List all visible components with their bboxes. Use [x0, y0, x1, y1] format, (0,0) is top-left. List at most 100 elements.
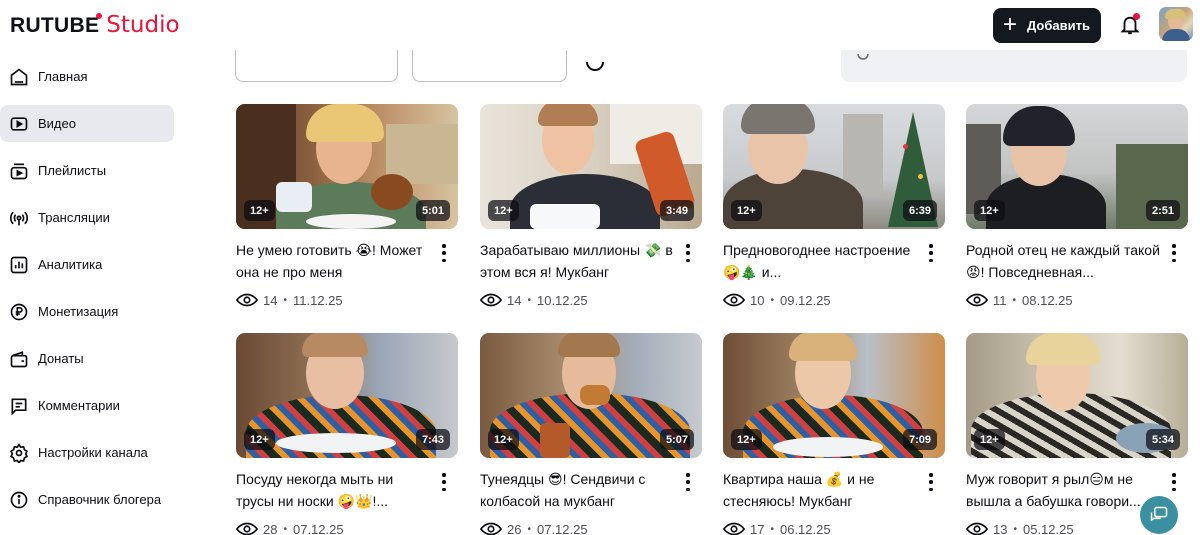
video-thumbnail[interactable]: 12+ 7:09 [723, 333, 945, 458]
video-thumbnail[interactable]: 12+ 5:01 [236, 104, 458, 229]
video-thumbnail[interactable]: 12+ 2:51 [966, 104, 1188, 229]
sidebar-item-playlists[interactable]: Плейлисты [0, 152, 174, 189]
more-options-icon[interactable] [682, 244, 694, 262]
video-thumbnail[interactable]: 12+ 5:07 [480, 333, 702, 458]
sidebar-item-label: Донаты [38, 351, 84, 366]
more-options-icon[interactable] [438, 473, 450, 491]
sidebar-item-label: Справочник блогера [38, 492, 162, 507]
more-options-icon[interactable] [925, 244, 937, 262]
view-count: 26 [507, 521, 522, 535]
video-thumbnail[interactable]: 12+ 7:43 [236, 333, 458, 458]
more-options-icon[interactable] [925, 473, 937, 491]
eye-icon [236, 293, 258, 307]
more-options-icon[interactable] [1168, 473, 1180, 491]
filter-dropdown-2[interactable] [412, 50, 567, 82]
publish-date: 09.12.25 [779, 292, 831, 308]
age-rating-badge: 12+ [974, 200, 1005, 221]
sidebar-item-analytics[interactable]: Аналитика [0, 246, 174, 283]
video-title[interactable]: Квартира наша 💰 и не стесняюсь! Мукбанг [723, 468, 919, 512]
video-card[interactable]: 12+ 6:39 Предновогоднее настроение 🤪🎄 и.… [723, 104, 945, 308]
search-input[interactable] [841, 50, 1187, 82]
sidebar-item-blogger-guide[interactable]: Справочник блогера [0, 481, 174, 518]
video-title[interactable]: Тунеядцы 😎! Сендвичи с колбасой на мукба… [480, 468, 676, 512]
wallet-icon [10, 350, 28, 367]
chat-icon [1150, 506, 1168, 522]
logo-rutube-text: RUTUBE [10, 14, 100, 37]
sidebar-item-video[interactable]: Видео [0, 105, 174, 142]
age-rating-badge: 12+ [731, 200, 762, 221]
sidebar-item-label: Комментарии [38, 398, 120, 413]
more-options-icon[interactable] [1168, 244, 1180, 262]
view-count: 10 [750, 292, 765, 308]
sidebar-item-broadcasts[interactable]: Трансляции [0, 199, 174, 236]
duration-badge: 7:43 [415, 429, 450, 450]
eye-icon [480, 293, 502, 307]
duration-badge: 7:09 [902, 429, 937, 450]
video-card[interactable]: 12+ 2:51 Родной отец не каждый такой 😡! … [966, 104, 1188, 308]
comment-icon [11, 398, 27, 416]
analytics-icon [10, 256, 28, 273]
view-count: 28 [263, 521, 278, 535]
eye-icon [723, 293, 745, 307]
publish-date: 08.12.25 [1022, 292, 1073, 308]
video-card[interactable]: 12+ 5:01 Не умею готовить 😭! Может она н… [236, 104, 458, 308]
refresh-icon[interactable] [585, 56, 605, 72]
eye-icon [480, 522, 502, 535]
sidebar-item-label: Монетизация [38, 304, 119, 319]
sidebar-item-channel-settings[interactable]: Настройки канала [0, 434, 174, 471]
broadcast-icon [9, 211, 29, 225]
publish-date: 07.12.25 [292, 521, 344, 535]
video-card[interactable]: 12+ 3:49 Зарабатываю миллионы 💸 в этом в… [480, 104, 702, 308]
video-title[interactable]: Муж говорит я рыл😑м не вышла а бабушка г… [966, 468, 1162, 512]
video-title[interactable]: Предновогоднее настроение 🤪🎄 и... [723, 239, 919, 283]
sidebar-item-comments[interactable]: Комментарии [0, 387, 174, 424]
rutube-studio-logo[interactable]: RUTUBE Studio [10, 12, 180, 38]
video-icon [10, 116, 28, 131]
video-stats: 14 • 10.12.25 [480, 292, 588, 308]
support-chat-button[interactable] [1140, 496, 1178, 534]
duration-badge: 5:34 [1145, 429, 1180, 450]
video-title[interactable]: Родной отец не каждый такой 😡! Повседнев… [966, 239, 1162, 283]
eye-icon [966, 293, 988, 307]
video-card[interactable]: 12+ 5:34 Муж говорит я рыл😑м не вышла а … [966, 333, 1188, 535]
duration-badge: 2:51 [1145, 200, 1180, 221]
video-card[interactable]: 12+ 7:09 Квартира наша 💰 и не стесняюсь!… [723, 333, 945, 535]
more-options-icon[interactable] [682, 473, 694, 491]
duration-badge: 6:39 [902, 200, 937, 221]
duration-badge: 3:49 [659, 200, 694, 221]
playlist-icon [10, 163, 28, 179]
avatar[interactable] [1159, 7, 1193, 41]
video-thumbnail[interactable]: 12+ 3:49 [480, 104, 702, 229]
gear-icon [10, 442, 28, 463]
video-card[interactable]: 12+ 7:43 Посуду некогда мыть ни трусы ни… [236, 333, 458, 535]
video-card[interactable]: 12+ 5:07 Тунеядцы 😎! Сендвичи с колбасой… [480, 333, 702, 535]
video-stats: 26 • 07.12.25 [480, 521, 588, 535]
video-title[interactable]: Не умею готовить 😭! Может она не про мен… [236, 239, 432, 283]
sidebar-item-label: Настройки канала [38, 445, 148, 460]
publish-date: 07.12.25 [536, 521, 588, 535]
sidebar-item-monetization[interactable]: Монетизация [0, 293, 174, 330]
sidebar-item-label: Видео [38, 116, 76, 131]
logo-studio-text: Studio [106, 12, 180, 38]
age-rating-badge: 12+ [731, 429, 762, 450]
filter-dropdown-1[interactable] [235, 50, 398, 82]
video-stats: 13 • 05.12.25 [966, 521, 1074, 535]
video-stats: 14 • 11.12.25 [236, 292, 343, 308]
sidebar-item-home[interactable]: Главная [0, 58, 174, 95]
add-button[interactable]: + Добавить [993, 8, 1101, 43]
age-rating-badge: 12+ [488, 200, 519, 221]
age-rating-badge: 12+ [244, 200, 275, 221]
video-thumbnail[interactable]: 12+ 6:39 [723, 104, 945, 229]
eye-icon [966, 522, 988, 535]
publish-date: 05.12.25 [1022, 521, 1074, 535]
sidebar-item-donations[interactable]: Донаты [0, 340, 174, 377]
sidebar-item-label: Аналитика [38, 257, 103, 272]
plus-icon: + [1003, 10, 1018, 38]
more-options-icon[interactable] [438, 244, 450, 262]
video-title[interactable]: Зарабатываю миллионы 💸 в этом вся я! Мук… [480, 239, 676, 283]
info-icon [10, 491, 28, 508]
video-stats: 10 • 09.12.25 [723, 292, 831, 308]
video-thumbnail[interactable]: 12+ 5:34 [966, 333, 1188, 458]
video-title[interactable]: Посуду некогда мыть ни трусы ни носки 🤪👑… [236, 468, 432, 512]
publish-date: 10.12.25 [536, 292, 588, 308]
